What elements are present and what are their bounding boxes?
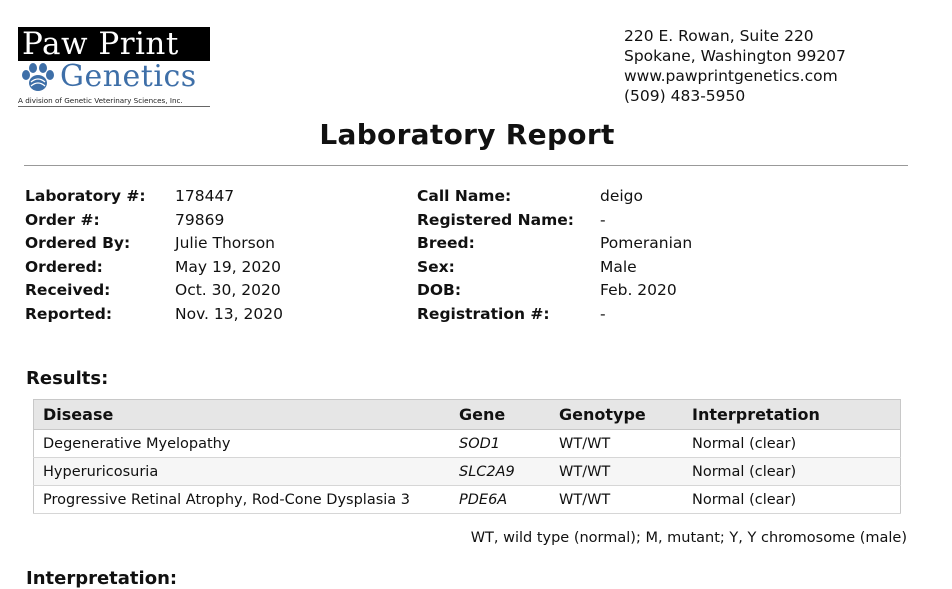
paw-print-genetics-logo: Paw Print Genetics A division of Genetic… [18,27,210,107]
logo-wordmark-bottom: Genetics [18,59,210,95]
info-row-breed: Breed: Pomeranian [417,232,817,256]
paw-icon [22,63,54,91]
info-value: - [600,210,606,229]
gene-cell: SOD1 [450,429,550,458]
logo-wordmark-top: Paw Print [18,27,210,61]
logo-wordmark-genetics: Genetics [60,59,197,94]
info-label: Received: [25,281,111,299]
info-row-sex: Sex: Male [417,256,817,280]
order-info: Laboratory #: 178447 Order #: 79869 Orde… [25,185,385,326]
address-phone: (509) 483-5950 [624,87,746,105]
lab-address: 220 E. Rowan, Suite 220 Spokane, Washing… [624,26,846,106]
disease-cell: Hyperuricosuria [33,457,450,486]
genotype-cell: WT/WT [550,429,683,458]
table-row: Hyperuricosuria SLC2A9 WT/WT Normal (cle… [33,457,901,486]
info-label: Registration #: [417,304,550,323]
interpretation-cell: Normal (clear) [683,485,901,514]
column-header-genotype: Genotype [550,399,683,430]
gene-cell: PDE6A [450,485,550,514]
info-row-order-number: Order #: 79869 [25,209,385,233]
column-header-interpretation: Interpretation [683,399,901,430]
info-label: Order #: [25,210,100,229]
info-label: Reported: [25,304,113,323]
address-street: 220 E. Rowan, Suite 220 [624,27,814,45]
info-value: Male [600,257,637,276]
info-row-ordered: Ordered: May 19, 2020 [25,256,385,280]
info-row-call-name: Call Name: deigo [417,185,817,209]
info-row-laboratory-number: Laboratory #: 178447 [25,185,385,209]
info-label: Laboratory #: [25,187,146,205]
info-value: deigo [600,187,644,205]
info-value: May 19, 2020 [175,257,281,276]
address-city: Spokane, Washington 99207 [624,47,846,65]
info-value: Oct. 30, 2020 [175,281,281,299]
results-heading: Results: [26,368,109,389]
results-table: Disease Gene Genotype Interpretation Deg… [33,399,901,514]
info-label: Call Name: [417,187,512,205]
results-footnote: WT, wild type (normal); M, mutant; Y, Y … [470,530,907,546]
disease-cell: Degenerative Myelopathy [33,429,450,458]
column-header-disease: Disease [33,399,450,430]
table-row: Progressive Retinal Atrophy, Rod-Cone Dy… [33,485,901,514]
column-header-gene: Gene [450,399,550,430]
info-value: 79869 [175,210,225,229]
interpretation-cell: Normal (clear) [683,457,901,486]
header-divider [24,165,908,166]
info-label: Ordered: [25,257,103,276]
dog-info: Call Name: deigo Registered Name: - Bree… [417,185,817,326]
info-value: Feb. 2020 [600,281,677,299]
logo-tagline: A division of Genetic Veterinary Science… [18,96,210,107]
info-row-dob: DOB: Feb. 2020 [417,279,817,303]
info-value: 178447 [175,187,235,205]
info-label: DOB: [417,281,462,299]
genotype-cell: WT/WT [550,485,683,514]
info-row-registration-number: Registration #: - [417,303,817,327]
info-row-received: Received: Oct. 30, 2020 [25,279,385,303]
report-title: Laboratory Report [319,118,615,151]
genotype-cell: WT/WT [550,457,683,486]
info-row-registered-name: Registered Name: - [417,209,817,233]
interpretation-heading: Interpretation: [26,568,178,589]
info-value: Pomeranian [600,234,693,252]
table-row: Degenerative Myelopathy SOD1 WT/WT Norma… [33,429,901,458]
interpretation-cell: Normal (clear) [683,429,901,458]
info-value: Nov. 13, 2020 [175,304,283,323]
info-label: Ordered By: [25,234,131,252]
disease-cell: Progressive Retinal Atrophy, Rod-Cone Dy… [33,485,450,514]
info-label: Sex: [417,257,455,276]
info-label: Breed: [417,234,475,252]
info-value: - [600,304,606,323]
table-header-row: Disease Gene Genotype Interpretation [33,399,901,430]
info-value: Julie Thorson [175,234,276,252]
info-label: Registered Name: [417,210,574,229]
info-row-ordered-by: Ordered By: Julie Thorson [25,232,385,256]
gene-cell: SLC2A9 [450,457,550,486]
address-website[interactable]: www.pawprintgenetics.com [624,66,846,86]
info-row-reported: Reported: Nov. 13, 2020 [25,303,385,327]
